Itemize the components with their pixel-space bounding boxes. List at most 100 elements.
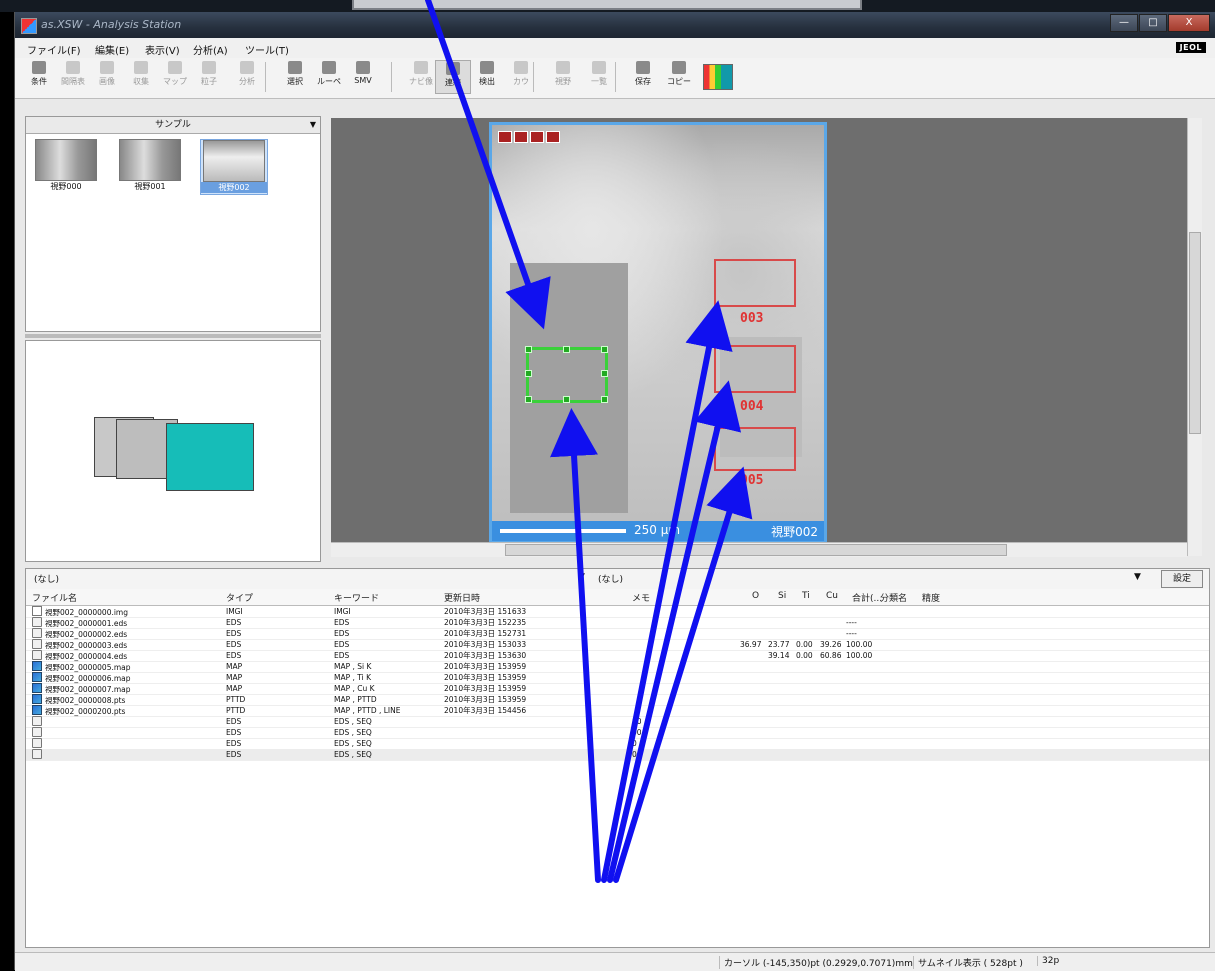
sample-panel-header[interactable]: サンプル ▼ [26,117,320,134]
settings-button[interactable]: 設定 [1161,570,1203,588]
table-cell-type: MAP [226,673,243,682]
minimize-button[interactable]: — [1110,14,1138,32]
roi-flag-group [498,131,560,143]
table-cell-keyword: EDS [334,651,350,660]
toolbar-particle-button[interactable]: 粒子 [191,60,227,94]
table-cell-keyword: EDS [334,629,350,638]
toolbar-map-button[interactable]: マップ [157,60,193,94]
toolbar-copy-button[interactable]: コピー [661,60,697,94]
menu-edit[interactable]: 編集(E) [95,42,129,57]
table-row[interactable]: EDS EDS , SEQ 0 [26,749,1209,761]
resize-handle[interactable] [601,370,608,377]
table-cell-ti: 0.00 [796,640,813,649]
toolbar-loupe-button[interactable]: ルーペ [311,60,347,94]
column-header[interactable]: O [752,591,759,601]
toolbar-analysis-button[interactable]: 分析 [229,60,265,94]
column-header[interactable]: キーワード [334,591,379,604]
resize-handle[interactable] [525,396,532,403]
title-bar: as.XSW - Analysis Station — □ X [15,12,1215,38]
layer-thumbnail-front[interactable] [166,423,254,491]
thumbnail-label: 視野000 [50,182,82,191]
table-cell-keyword: EDS , SEQ [334,717,372,726]
thumbnail-view-000[interactable]: 視野000 [32,139,100,195]
toolbar-image-button[interactable]: 画像 [89,60,125,94]
resize-handle[interactable] [601,396,608,403]
right-filter-select[interactable]: (なし) [598,572,623,585]
monitor-icon[interactable] [703,64,733,90]
roi-flag[interactable] [498,131,512,143]
toolbar-continuous-button[interactable]: 連続 [435,60,471,94]
table-cell-si: 39.14 [768,651,790,660]
resize-handle[interactable] [601,346,608,353]
resize-handle[interactable] [525,346,532,353]
count-icon [514,61,528,74]
column-header[interactable]: 合計(... [852,591,882,604]
file-name-text: 視野002_0000000.img [45,608,129,617]
roi-flag[interactable] [514,131,528,143]
toolbar-detect-button[interactable]: 検出 [469,60,505,94]
toolbar-collect-button[interactable]: 収集 [123,60,159,94]
table-cell-date: 2010年3月3日 152731 [444,629,527,638]
column-header[interactable]: Ti [802,591,810,601]
roi-flag[interactable] [546,131,560,143]
left-filter-select[interactable]: (なし) [34,572,59,585]
table-cell-memo: 00 [632,717,642,726]
map-file-icon [32,705,42,715]
column-header[interactable]: 分類名 [880,591,907,604]
resize-handle[interactable] [563,346,570,353]
sample-panel: サンプル ▼ 視野000 視野001 視野002 [25,116,321,332]
column-header[interactable]: ファイル名 [32,591,77,604]
column-header[interactable]: 更新日時 [444,591,480,604]
toolbar-save-button[interactable]: 保存 [625,60,661,94]
table-cell-memo: 0 [632,739,637,748]
toolbar-interval-table-button[interactable]: 間隔表 [55,60,91,94]
roi-box-003[interactable] [714,259,796,307]
file-name-text: 視野002_0000004.eds [45,652,128,661]
menu-tools[interactable]: ツール(T) [245,42,289,57]
roi-box-004[interactable] [714,345,796,393]
close-button[interactable]: X [1168,14,1210,32]
resize-handle[interactable] [525,370,532,377]
toolbar-navi-image-button[interactable]: ナビ像 [403,60,439,94]
table-cell-memo: 00 [632,728,642,737]
column-header[interactable]: Si [778,591,786,601]
menu-view[interactable]: 表示(V) [145,42,180,57]
resize-handle[interactable] [563,396,570,403]
toolbar-condition-button[interactable]: 条件 [21,60,57,94]
table-cell-total: ---- [846,629,857,638]
roi-flag[interactable] [530,131,544,143]
toolbar-button-label: ナビ像 [409,77,433,86]
overlapping-window-edge [352,0,862,10]
column-header[interactable]: Cu [826,591,838,601]
chevron-down-icon[interactable]: ▼ [310,117,316,133]
toolbar-field-button[interactable]: 視野 [545,60,581,94]
thumbnail-image [35,139,97,181]
column-header[interactable]: メモ [632,591,650,604]
roi-box-005[interactable] [714,427,796,471]
sem-image[interactable]: 003 004 005 250 µm 視野002 [489,122,827,544]
roi-box-selected[interactable] [525,346,608,403]
chevron-down-icon[interactable]: ▼ [1134,572,1141,582]
toolbar-select-button[interactable]: 選択 [277,60,313,94]
filter-bar: (なし) ▼ (なし) ▼ 設定 [26,569,1209,590]
spectrum-file-icon [32,650,42,660]
horizontal-scrollbar-thumb[interactable] [505,544,1007,556]
menu-file[interactable]: ファイル(F) [27,42,81,57]
toolbar-separator [265,62,266,92]
vertical-scrollbar-thumb[interactable] [1189,232,1201,434]
toolbar-smv-button[interactable]: SMV [345,60,381,94]
table-cell-date: 2010年3月3日 153959 [444,695,527,704]
maximize-button[interactable]: □ [1139,14,1167,32]
panel-splitter[interactable] [25,334,321,338]
table-cell-ti: 0.00 [796,651,813,660]
column-header[interactable]: タイプ [226,591,253,604]
spectrum-file-icon [32,617,42,627]
chevron-down-icon[interactable]: ▼ [578,572,585,582]
menu-analysis[interactable]: 分析(A) [193,42,228,57]
thumbnail-view-002[interactable]: 視野002 [200,139,268,195]
toolbar-list-button[interactable]: 一覧 [581,60,617,94]
table-cell-keyword: IMGI [334,607,351,616]
file-name-text: 視野002_0000002.eds [45,630,128,639]
column-header[interactable]: 精度 [922,591,940,604]
thumbnail-view-001[interactable]: 視野001 [116,139,184,195]
